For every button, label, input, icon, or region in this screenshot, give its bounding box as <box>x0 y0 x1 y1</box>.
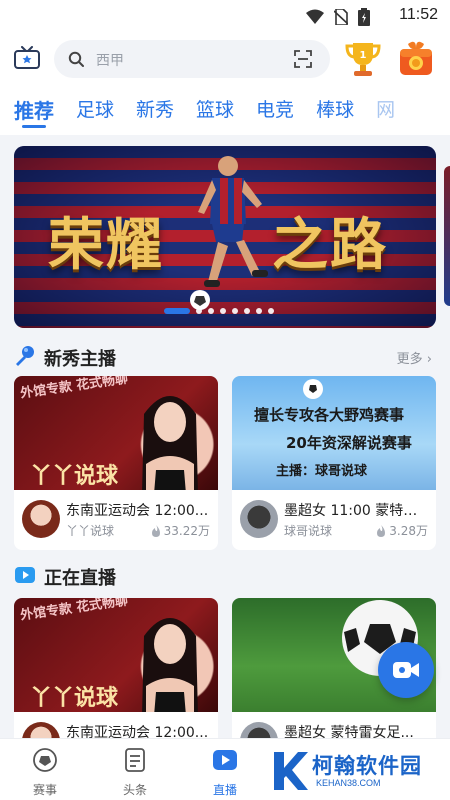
thumbnail-caption: 外馆专款 花式畅聊 <box>19 598 129 624</box>
carousel-dot[interactable] <box>268 308 274 314</box>
avatar[interactable] <box>22 500 60 538</box>
no-sim-icon <box>334 9 348 25</box>
soccer-ball-image <box>303 379 323 399</box>
live-now-header: 正在直播 <box>14 562 436 592</box>
stream-card[interactable]: 外馆专款 花式畅聊 丫丫说球 东南亚运动会 12:00... 丫丫说球 33.2… <box>14 376 218 550</box>
tab-baseball[interactable]: 棒球 <box>316 87 354 122</box>
thumbnail-brand: 丫丫说球 <box>30 464 119 489</box>
streamer-photo <box>142 396 198 490</box>
nav-label: 头条 <box>122 783 147 797</box>
thumbnail-caption: 20年资深解说赛事 <box>286 434 412 452</box>
video-camera-icon <box>393 662 419 678</box>
avatar[interactable] <box>240 500 278 538</box>
banner-title-left: 荣耀 <box>48 212 164 278</box>
stream-thumbnail: 外馆专款 花式畅聊 丫丫说球 <box>14 598 218 712</box>
nav-item-matches[interactable]: 赛事 <box>15 747 75 798</box>
more-link[interactable]: 更多 › <box>397 348 432 367</box>
go-live-button[interactable] <box>378 642 434 698</box>
banner-carousel[interactable]: 荣耀 之路 <box>0 146 450 328</box>
thumbnail-caption: 擅长专攻各大野鸡赛事 <box>254 406 405 424</box>
search-placeholder: 西甲 <box>96 53 124 69</box>
carousel-dot[interactable] <box>164 308 190 314</box>
status-bar: 11:52 <box>0 0 450 32</box>
tab-tennis[interactable]: 网 <box>376 87 395 122</box>
streamer-name: 丫丫说球 <box>66 524 115 538</box>
watermark: 柯翰软件园 KEHAN38.COM <box>270 748 440 794</box>
section-title: 正在直播 <box>44 568 116 589</box>
streamer-photo <box>142 618 198 712</box>
carousel-dot[interactable] <box>208 308 214 314</box>
watermark-logo <box>274 752 308 790</box>
category-tabs: 推荐 足球 新秀 篮球 电竞 棒球 网 <box>0 87 450 135</box>
carousel-indicator <box>164 308 274 314</box>
soccer-ball-icon <box>33 748 57 772</box>
tab-esports[interactable]: 电竞 <box>256 87 294 122</box>
banner-peek-next <box>444 166 450 306</box>
carousel-dot[interactable] <box>256 308 262 314</box>
wifi-icon <box>306 9 324 24</box>
watermark-url: KEHAN38.COM <box>316 778 381 788</box>
status-time: 11:52 <box>399 6 438 23</box>
flame-icon <box>151 524 160 537</box>
tv-play-icon <box>15 567 35 583</box>
tab-rookie[interactable]: 新秀 <box>136 87 174 122</box>
nav-item-live[interactable]: 直播 <box>195 747 255 798</box>
tab-basketball[interactable]: 篮球 <box>196 87 234 122</box>
banner-peek-prev <box>0 166 7 306</box>
battery-icon <box>358 8 370 26</box>
section-title: 新秀主播 <box>44 349 116 370</box>
thumbnail-caption: 主播：球哥说球 <box>276 464 368 479</box>
rookie-anchors-header: 新秀主播 更多 › <box>14 343 436 373</box>
top-bar: 西甲 1 <box>0 32 450 87</box>
svg-text:1: 1 <box>360 50 367 61</box>
stream-thumbnail: 擅长专攻各大野鸡赛事 20年资深解说赛事 主播：球哥说球 <box>232 376 436 490</box>
stream-title: 东南亚运动会 12:00... <box>66 503 209 519</box>
stream-title: 墨超女 11:00 蒙特雷... <box>284 503 430 519</box>
tv-icon[interactable] <box>14 46 40 70</box>
search-icon <box>68 51 84 67</box>
nav-item-headlines[interactable]: 头条 <box>105 747 165 798</box>
streamer-name: 球哥说球 <box>284 524 333 538</box>
watermark-text: 柯翰软件园 <box>312 754 422 778</box>
tab-football[interactable]: 足球 <box>76 87 114 122</box>
carousel-dot[interactable] <box>196 308 202 314</box>
carousel-dot[interactable] <box>244 308 250 314</box>
scan-icon[interactable] <box>294 50 312 68</box>
trophy-icon[interactable]: 1 <box>344 38 382 78</box>
popularity-count: 33.22万 <box>151 522 210 539</box>
banner-title-right: 之路 <box>272 212 388 278</box>
status-icons <box>306 8 370 26</box>
thumbnail-brand: 丫丫说球 <box>30 686 119 711</box>
tab-recommend[interactable]: 推荐 <box>14 87 54 128</box>
nav-label: 直播 <box>212 783 237 797</box>
document-icon <box>125 748 145 772</box>
carousel-dot[interactable] <box>220 308 226 314</box>
chevron-right-icon: › <box>426 352 432 367</box>
nav-label: 赛事 <box>32 783 57 797</box>
player-figure-image <box>190 156 268 310</box>
stream-thumbnail: 外馆专款 花式畅聊 丫丫说球 <box>14 376 218 490</box>
carousel-dot[interactable] <box>232 308 238 314</box>
thumbnail-caption: 外馆专款 花式畅聊 <box>19 376 129 402</box>
microphone-icon <box>16 346 34 366</box>
stream-card[interactable]: 擅长专攻各大野鸡赛事 20年资深解说赛事 主播：球哥说球 墨超女 11:00 蒙… <box>232 376 436 550</box>
gift-box-icon[interactable] <box>396 38 436 78</box>
flame-icon <box>377 524 386 537</box>
search-bar[interactable]: 西甲 <box>54 40 330 78</box>
popularity-count: 3.28万 <box>376 522 428 539</box>
banner-slide[interactable]: 荣耀 之路 <box>14 146 436 328</box>
play-icon <box>213 750 237 770</box>
